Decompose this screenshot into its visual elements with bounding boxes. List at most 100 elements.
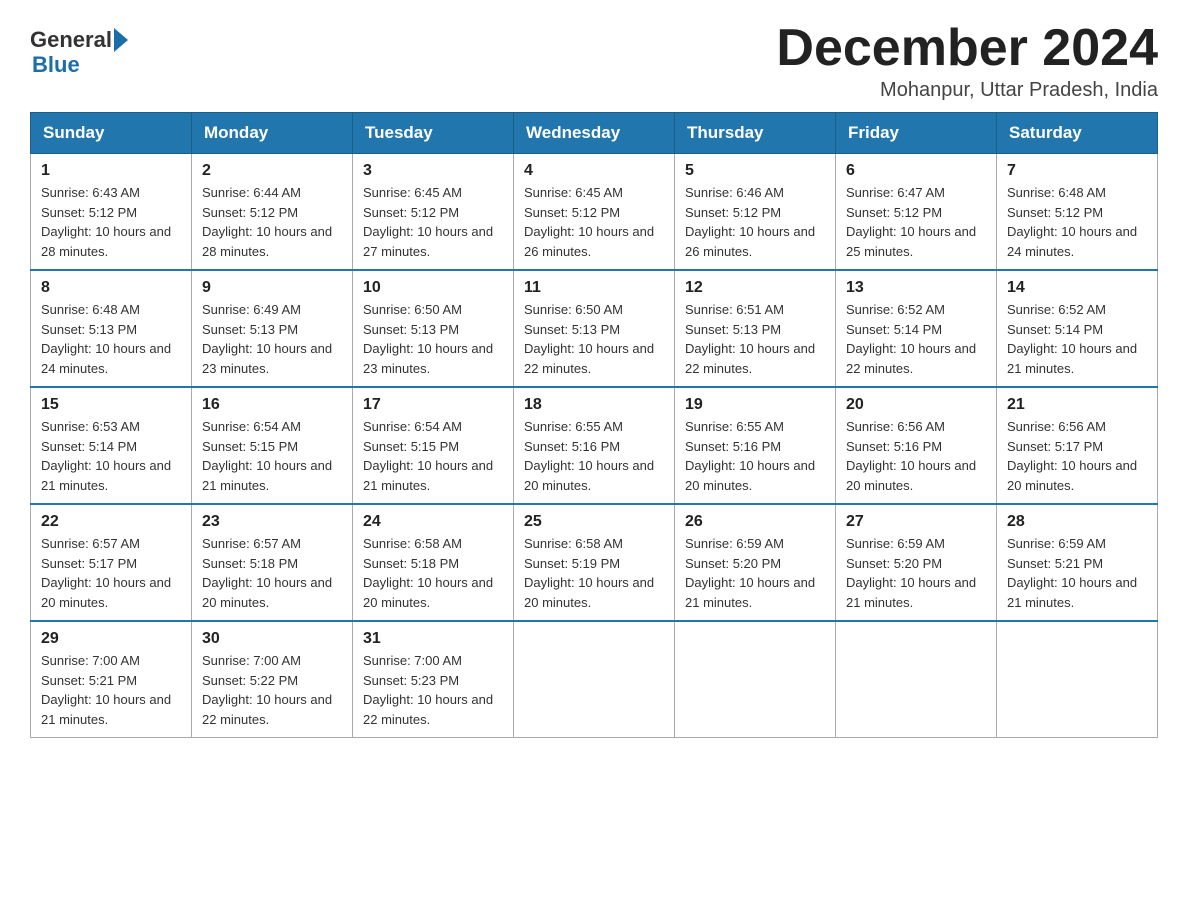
day-number: 4: [524, 162, 664, 180]
table-row: 6 Sunrise: 6:47 AMSunset: 5:12 PMDayligh…: [836, 154, 997, 271]
day-number: 19: [685, 396, 825, 414]
day-number: 25: [524, 513, 664, 531]
day-number: 18: [524, 396, 664, 414]
day-number: 6: [846, 162, 986, 180]
table-row: 12 Sunrise: 6:51 AMSunset: 5:13 PMDaylig…: [675, 270, 836, 387]
day-info: Sunrise: 7:00 AMSunset: 5:22 PMDaylight:…: [202, 653, 332, 727]
table-row: 14 Sunrise: 6:52 AMSunset: 5:14 PMDaylig…: [997, 270, 1158, 387]
day-info: Sunrise: 6:52 AMSunset: 5:14 PMDaylight:…: [1007, 302, 1137, 376]
table-row: 7 Sunrise: 6:48 AMSunset: 5:12 PMDayligh…: [997, 154, 1158, 271]
day-info: Sunrise: 6:54 AMSunset: 5:15 PMDaylight:…: [363, 419, 493, 493]
table-row: 11 Sunrise: 6:50 AMSunset: 5:13 PMDaylig…: [514, 270, 675, 387]
day-number: 22: [41, 513, 181, 531]
day-info: Sunrise: 6:47 AMSunset: 5:12 PMDaylight:…: [846, 185, 976, 259]
day-info: Sunrise: 7:00 AMSunset: 5:23 PMDaylight:…: [363, 653, 493, 727]
table-row: [514, 621, 675, 738]
day-info: Sunrise: 6:45 AMSunset: 5:12 PMDaylight:…: [363, 185, 493, 259]
logo: General Blue: [30, 28, 128, 78]
table-row: 16 Sunrise: 6:54 AMSunset: 5:15 PMDaylig…: [192, 387, 353, 504]
table-row: 26 Sunrise: 6:59 AMSunset: 5:20 PMDaylig…: [675, 504, 836, 621]
day-number: 27: [846, 513, 986, 531]
table-row: [997, 621, 1158, 738]
day-number: 7: [1007, 162, 1147, 180]
calendar-week-row: 15 Sunrise: 6:53 AMSunset: 5:14 PMDaylig…: [31, 387, 1158, 504]
header-saturday: Saturday: [997, 113, 1158, 154]
header-sunday: Sunday: [31, 113, 192, 154]
table-row: 24 Sunrise: 6:58 AMSunset: 5:18 PMDaylig…: [353, 504, 514, 621]
month-title: December 2024: [776, 20, 1158, 77]
calendar-header-row: Sunday Monday Tuesday Wednesday Thursday…: [31, 113, 1158, 154]
table-row: 25 Sunrise: 6:58 AMSunset: 5:19 PMDaylig…: [514, 504, 675, 621]
day-info: Sunrise: 6:55 AMSunset: 5:16 PMDaylight:…: [524, 419, 654, 493]
title-section: December 2024 Mohanpur, Uttar Pradesh, I…: [776, 20, 1158, 102]
location-text: Mohanpur, Uttar Pradesh, India: [776, 79, 1158, 102]
day-number: 14: [1007, 279, 1147, 297]
table-row: [675, 621, 836, 738]
day-info: Sunrise: 6:44 AMSunset: 5:12 PMDaylight:…: [202, 185, 332, 259]
day-info: Sunrise: 7:00 AMSunset: 5:21 PMDaylight:…: [41, 653, 171, 727]
day-number: 8: [41, 279, 181, 297]
day-info: Sunrise: 6:48 AMSunset: 5:13 PMDaylight:…: [41, 302, 171, 376]
day-info: Sunrise: 6:56 AMSunset: 5:16 PMDaylight:…: [846, 419, 976, 493]
table-row: 1 Sunrise: 6:43 AMSunset: 5:12 PMDayligh…: [31, 154, 192, 271]
day-info: Sunrise: 6:59 AMSunset: 5:20 PMDaylight:…: [685, 536, 815, 610]
day-number: 20: [846, 396, 986, 414]
day-number: 21: [1007, 396, 1147, 414]
table-row: 17 Sunrise: 6:54 AMSunset: 5:15 PMDaylig…: [353, 387, 514, 504]
table-row: 10 Sunrise: 6:50 AMSunset: 5:13 PMDaylig…: [353, 270, 514, 387]
day-number: 26: [685, 513, 825, 531]
day-number: 30: [202, 630, 342, 648]
day-info: Sunrise: 6:59 AMSunset: 5:21 PMDaylight:…: [1007, 536, 1137, 610]
day-info: Sunrise: 6:43 AMSunset: 5:12 PMDaylight:…: [41, 185, 171, 259]
day-info: Sunrise: 6:52 AMSunset: 5:14 PMDaylight:…: [846, 302, 976, 376]
table-row: 9 Sunrise: 6:49 AMSunset: 5:13 PMDayligh…: [192, 270, 353, 387]
day-info: Sunrise: 6:55 AMSunset: 5:16 PMDaylight:…: [685, 419, 815, 493]
header-wednesday: Wednesday: [514, 113, 675, 154]
header-monday: Monday: [192, 113, 353, 154]
table-row: 3 Sunrise: 6:45 AMSunset: 5:12 PMDayligh…: [353, 154, 514, 271]
logo-blue-text: Blue: [32, 52, 80, 78]
table-row: 5 Sunrise: 6:46 AMSunset: 5:12 PMDayligh…: [675, 154, 836, 271]
table-row: 8 Sunrise: 6:48 AMSunset: 5:13 PMDayligh…: [31, 270, 192, 387]
table-row: 18 Sunrise: 6:55 AMSunset: 5:16 PMDaylig…: [514, 387, 675, 504]
day-info: Sunrise: 6:57 AMSunset: 5:17 PMDaylight:…: [41, 536, 171, 610]
calendar-week-row: 29 Sunrise: 7:00 AMSunset: 5:21 PMDaylig…: [31, 621, 1158, 738]
header-thursday: Thursday: [675, 113, 836, 154]
table-row: 20 Sunrise: 6:56 AMSunset: 5:16 PMDaylig…: [836, 387, 997, 504]
day-number: 31: [363, 630, 503, 648]
day-info: Sunrise: 6:54 AMSunset: 5:15 PMDaylight:…: [202, 419, 332, 493]
calendar-table: Sunday Monday Tuesday Wednesday Thursday…: [30, 112, 1158, 738]
day-info: Sunrise: 6:58 AMSunset: 5:18 PMDaylight:…: [363, 536, 493, 610]
day-info: Sunrise: 6:56 AMSunset: 5:17 PMDaylight:…: [1007, 419, 1137, 493]
table-row: 28 Sunrise: 6:59 AMSunset: 5:21 PMDaylig…: [997, 504, 1158, 621]
day-number: 17: [363, 396, 503, 414]
day-info: Sunrise: 6:45 AMSunset: 5:12 PMDaylight:…: [524, 185, 654, 259]
day-number: 2: [202, 162, 342, 180]
table-row: 31 Sunrise: 7:00 AMSunset: 5:23 PMDaylig…: [353, 621, 514, 738]
table-row: 13 Sunrise: 6:52 AMSunset: 5:14 PMDaylig…: [836, 270, 997, 387]
day-info: Sunrise: 6:50 AMSunset: 5:13 PMDaylight:…: [363, 302, 493, 376]
table-row: 27 Sunrise: 6:59 AMSunset: 5:20 PMDaylig…: [836, 504, 997, 621]
calendar-week-row: 1 Sunrise: 6:43 AMSunset: 5:12 PMDayligh…: [31, 154, 1158, 271]
day-number: 24: [363, 513, 503, 531]
day-info: Sunrise: 6:50 AMSunset: 5:13 PMDaylight:…: [524, 302, 654, 376]
day-number: 12: [685, 279, 825, 297]
logo-general-text: General: [30, 29, 112, 51]
day-info: Sunrise: 6:46 AMSunset: 5:12 PMDaylight:…: [685, 185, 815, 259]
table-row: 15 Sunrise: 6:53 AMSunset: 5:14 PMDaylig…: [31, 387, 192, 504]
day-info: Sunrise: 6:59 AMSunset: 5:20 PMDaylight:…: [846, 536, 976, 610]
table-row: 2 Sunrise: 6:44 AMSunset: 5:12 PMDayligh…: [192, 154, 353, 271]
table-row: 29 Sunrise: 7:00 AMSunset: 5:21 PMDaylig…: [31, 621, 192, 738]
calendar-week-row: 22 Sunrise: 6:57 AMSunset: 5:17 PMDaylig…: [31, 504, 1158, 621]
day-info: Sunrise: 6:49 AMSunset: 5:13 PMDaylight:…: [202, 302, 332, 376]
day-number: 29: [41, 630, 181, 648]
table-row: 21 Sunrise: 6:56 AMSunset: 5:17 PMDaylig…: [997, 387, 1158, 504]
day-info: Sunrise: 6:58 AMSunset: 5:19 PMDaylight:…: [524, 536, 654, 610]
page-header: General Blue December 2024 Mohanpur, Utt…: [30, 20, 1158, 102]
day-number: 9: [202, 279, 342, 297]
day-number: 13: [846, 279, 986, 297]
day-info: Sunrise: 6:53 AMSunset: 5:14 PMDaylight:…: [41, 419, 171, 493]
table-row: 23 Sunrise: 6:57 AMSunset: 5:18 PMDaylig…: [192, 504, 353, 621]
day-number: 23: [202, 513, 342, 531]
table-row: [836, 621, 997, 738]
